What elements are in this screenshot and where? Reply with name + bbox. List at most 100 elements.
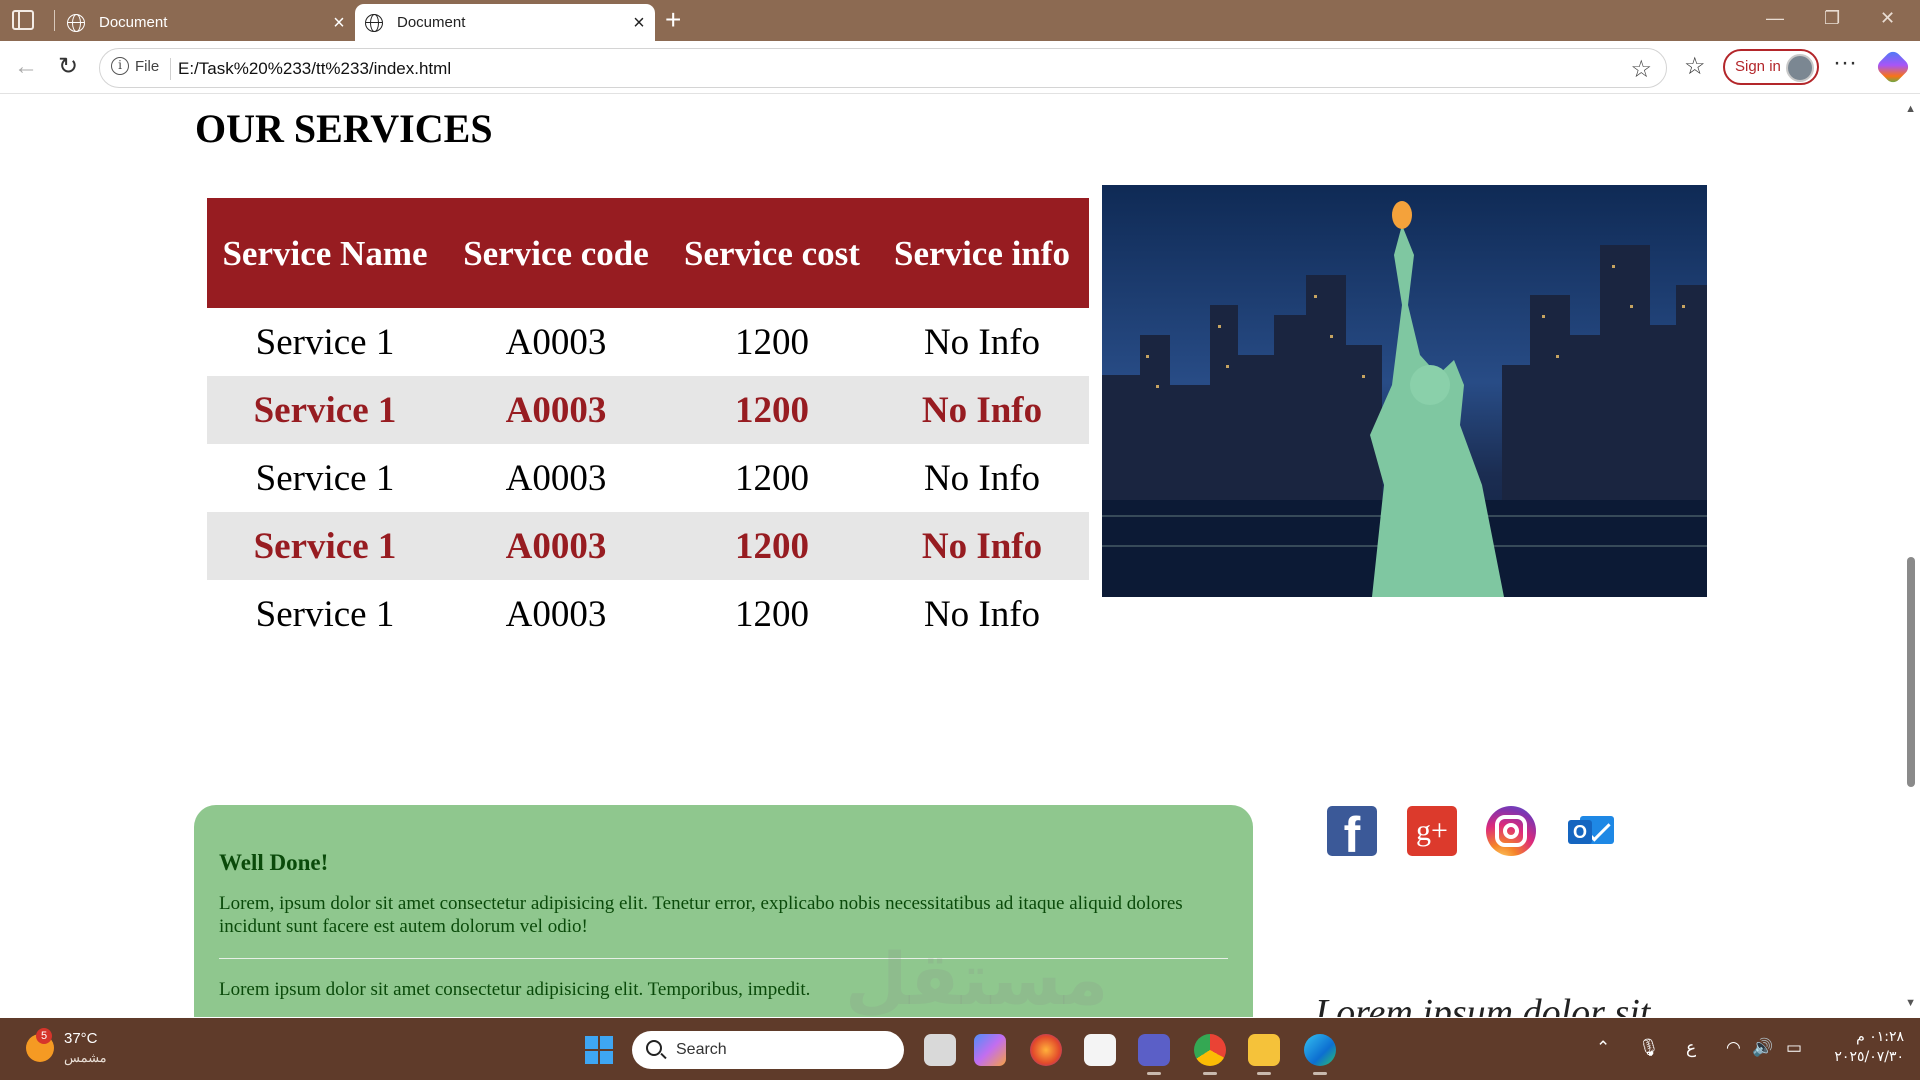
favorites-icon[interactable]: ☆: [1684, 53, 1706, 81]
tab-document-2[interactable]: Document ×: [355, 4, 655, 41]
globe-icon: [365, 13, 383, 32]
table-cell: 1200: [735, 457, 809, 499]
site-info-chip[interactable]: i File: [111, 57, 159, 75]
teams-icon[interactable]: [1138, 1034, 1170, 1066]
sidebar-toggle-icon[interactable]: [12, 10, 34, 30]
side-heading: Lorem ipsum dolor sit: [1315, 992, 1651, 1017]
scroll-up-icon[interactable]: ▲: [1905, 103, 1916, 115]
table-row: Service 1 A0003 1200 No Info: [207, 512, 1089, 580]
globe-icon: [67, 13, 85, 32]
search-label: Search: [676, 1041, 727, 1058]
address-bar[interactable]: i File E:/Task%20%233/tt%233/index.html …: [99, 48, 1667, 88]
close-icon[interactable]: ×: [323, 13, 355, 33]
taskbar-search[interactable]: Search: [632, 1031, 904, 1069]
clock-date: ٢٠٢٥/٠٧/٣٠: [1834, 1049, 1904, 1065]
table-cell: No Info: [923, 457, 1041, 499]
table-cell: 1200: [735, 321, 809, 363]
column-header: Service Name: [207, 198, 443, 308]
file-explorer-icon[interactable]: [1248, 1034, 1280, 1066]
back-arrow-icon[interactable]: ←: [14, 53, 38, 81]
window-close-icon[interactable]: ✕: [1880, 8, 1895, 29]
weather-description: مشمس: [64, 1050, 107, 1065]
more-options-icon[interactable]: ···: [1833, 49, 1857, 77]
table-cell: No Info: [923, 593, 1041, 635]
scroll-thumb[interactable]: [1907, 557, 1915, 787]
table-cell: 1200: [669, 376, 875, 444]
table-cell: No Info: [875, 376, 1089, 444]
edge-icon[interactable]: [1304, 1034, 1336, 1066]
battery-icon[interactable]: ▭: [1786, 1038, 1802, 1058]
services-table: Service Name Service code Service cost S…: [207, 198, 1089, 648]
chevron-up-icon[interactable]: ⌃: [1596, 1038, 1610, 1058]
tab-bar: Document × Document × + — ❐ ✕: [0, 0, 1920, 41]
alert-heading: Well Done!: [219, 850, 329, 875]
table-row: Service 1 A0003 1200 No Info: [207, 580, 1089, 648]
outlook-icon[interactable]: O: [1566, 806, 1616, 856]
clock-time: ٠١:٢٨ م: [1856, 1029, 1904, 1045]
tab-document-1[interactable]: Document ×: [57, 4, 355, 41]
copilot-app-icon[interactable]: [974, 1034, 1006, 1066]
facebook-icon[interactable]: f: [1327, 806, 1377, 863]
table-cell: Service 1: [255, 321, 395, 363]
favorite-star-icon[interactable]: ☆: [1630, 55, 1652, 84]
column-header: Service info: [875, 198, 1089, 308]
weather-temperature[interactable]: 37°C: [64, 1030, 98, 1047]
google-plus-icon[interactable]: g+: [1407, 806, 1457, 856]
table-cell: A0003: [505, 457, 607, 499]
column-header: Service cost: [669, 198, 875, 308]
page-title: OUR SERVICES: [195, 106, 493, 151]
minimize-icon[interactable]: —: [1766, 8, 1784, 29]
microphone-icon[interactable]: 🎙: [1638, 1038, 1660, 1058]
running-indicator: [1313, 1072, 1327, 1075]
table-cell: No Info: [875, 512, 1089, 580]
task-view-icon[interactable]: [924, 1034, 956, 1066]
windows-start-icon[interactable]: [585, 1036, 613, 1064]
avatar: [1786, 54, 1814, 82]
running-indicator: [1257, 1072, 1271, 1075]
address-toolbar: ← ↻ i File E:/Task%20%233/tt%233/index.h…: [0, 41, 1920, 94]
table-cell: A0003: [443, 376, 669, 444]
sign-in-label: Sign in: [1735, 58, 1781, 75]
firefox-icon[interactable]: [1030, 1034, 1062, 1066]
page-viewport: OUR SERVICES Service Name Service code S…: [0, 95, 1920, 1017]
vertical-scrollbar[interactable]: ▲ ▼: [1902, 95, 1920, 1017]
scroll-down-icon[interactable]: ▼: [1905, 997, 1916, 1009]
table-cell: 1200: [735, 593, 809, 635]
close-icon[interactable]: ×: [623, 13, 655, 33]
table-cell: Service 1: [207, 512, 443, 580]
alert-paragraph: Lorem, ipsum dolor sit amet consectetur …: [219, 893, 1183, 937]
table-row: Service 1 A0003 1200 No Info: [207, 444, 1089, 512]
outlook-letter: O: [1568, 820, 1592, 844]
chrome-icon[interactable]: [1194, 1034, 1226, 1066]
copilot-icon[interactable]: [1874, 48, 1912, 86]
url-divider: [170, 58, 171, 80]
table-cell: A0003: [443, 512, 669, 580]
table-row: Service 1 A0003 1200 No Info: [207, 308, 1089, 376]
info-icon: i: [111, 57, 129, 75]
instagram-icon[interactable]: [1486, 806, 1536, 856]
store-icon[interactable]: [1084, 1034, 1116, 1066]
new-tab-button[interactable]: +: [665, 6, 681, 34]
column-header: Service code: [443, 198, 669, 308]
volume-icon[interactable]: 🔊: [1752, 1038, 1773, 1058]
system-clock[interactable]: ٠١:٢٨ م ٢٠٢٥/٠٧/٣٠: [1832, 1027, 1904, 1067]
table-cell: Service 1: [255, 593, 395, 635]
table-cell: A0003: [505, 321, 607, 363]
table-row: Service 1 A0003 1200 No Info: [207, 376, 1089, 444]
input-language[interactable]: ع: [1686, 1038, 1696, 1058]
sign-in-button[interactable]: Sign in: [1723, 49, 1819, 85]
url-text[interactable]: E:/Task%20%233/tt%233/index.html: [178, 59, 451, 79]
table-cell: 1200: [669, 512, 875, 580]
running-indicator: [1203, 1072, 1217, 1075]
table-header-row: Service Name Service code Service cost S…: [207, 198, 1089, 308]
refresh-icon[interactable]: ↻: [58, 53, 78, 81]
restore-icon[interactable]: ❐: [1824, 8, 1840, 29]
weather-badge: 5: [36, 1028, 52, 1044]
running-indicator: [1147, 1072, 1161, 1075]
scheme-label: File: [135, 57, 160, 75]
statue-of-liberty-image: [1102, 185, 1707, 597]
tab-title: Document: [397, 14, 466, 31]
table-cell: Service 1: [255, 457, 395, 499]
wifi-icon[interactable]: ◠: [1726, 1038, 1741, 1058]
search-icon: [646, 1040, 662, 1056]
